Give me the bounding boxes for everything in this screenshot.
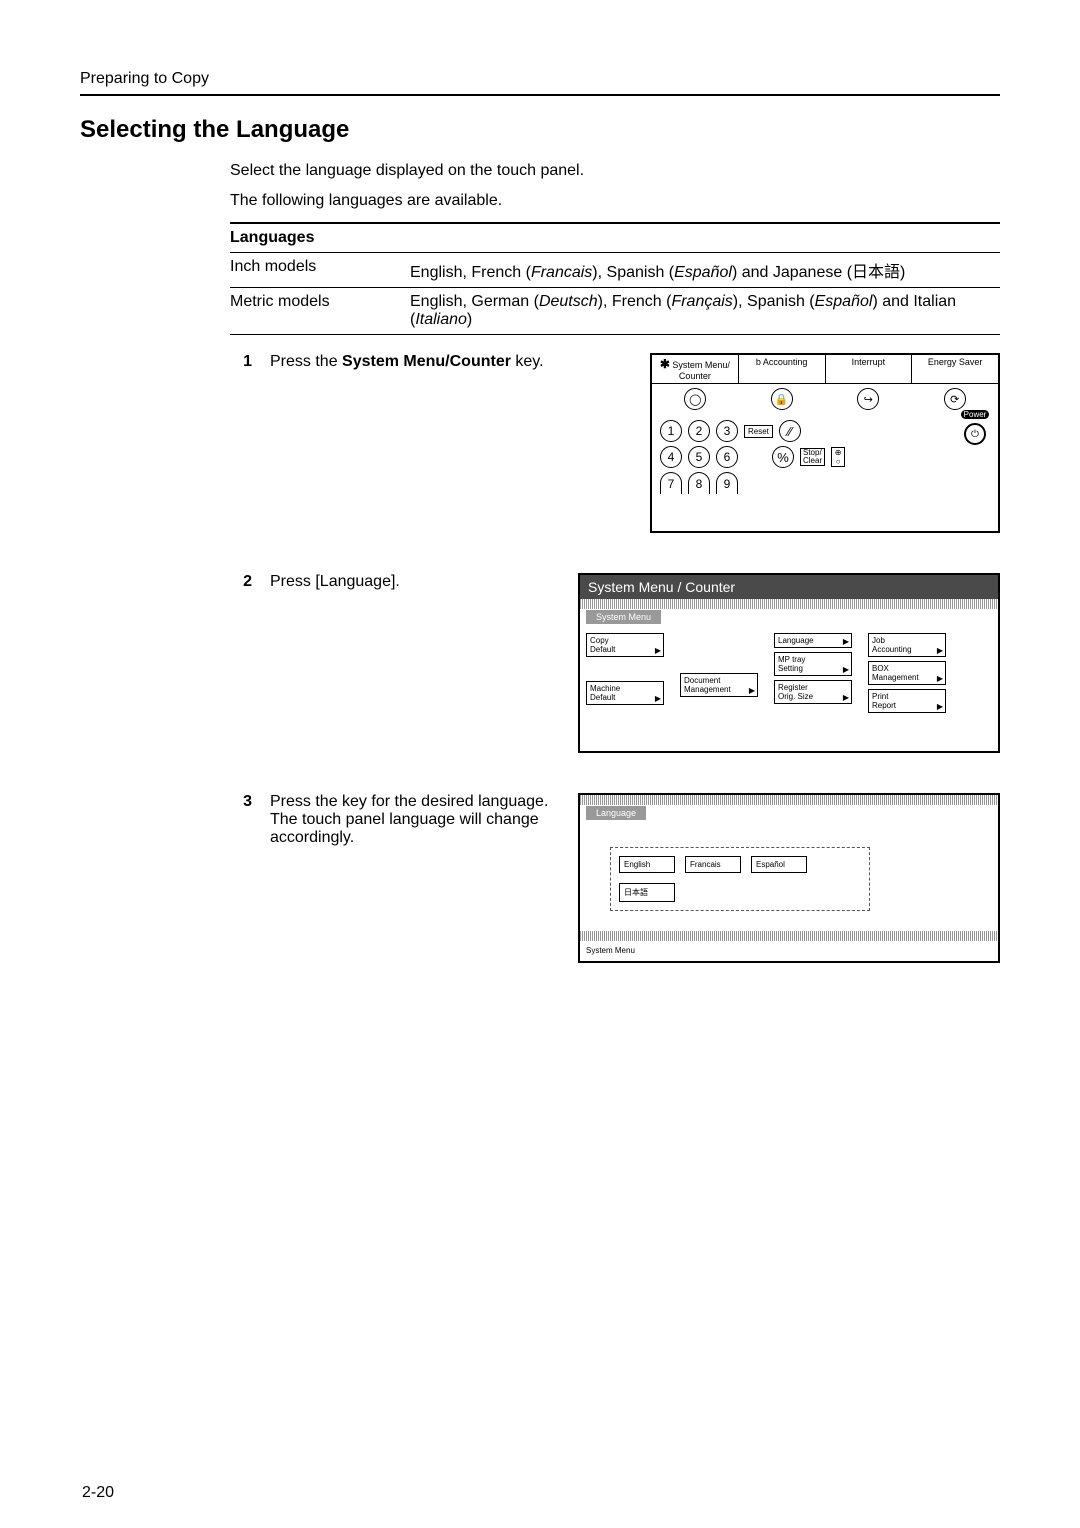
intro-text-2: The following languages are available. (230, 192, 1000, 210)
copy-default-button[interactable]: CopyDefault▶ (586, 633, 664, 657)
power-label: Power (961, 410, 990, 419)
breadcrumb: Preparing to Copy (80, 70, 1000, 88)
interrupt-key[interactable]: Interrupt (826, 355, 913, 383)
languages-cell: English, French (Francais), Spanish (Esp… (410, 253, 1000, 288)
step-number: 2 (210, 573, 270, 591)
machine-default-button[interactable]: MachineDefault▶ (586, 681, 664, 705)
print-report-button[interactable]: PrintReport▶ (868, 689, 946, 713)
espanol-button[interactable]: Español (751, 856, 807, 873)
step-number: 1 (210, 353, 270, 371)
step-text: Press [Language]. (270, 573, 578, 753)
language-option-group: English Francais Español 日本語 (610, 847, 870, 911)
numpad-1[interactable]: 1 (660, 420, 682, 442)
stripe-decoration (580, 795, 998, 805)
numpad-9[interactable]: 9 (716, 472, 738, 494)
language-panel-screenshot: Language English Francais Español 日本語 Sy… (578, 793, 1000, 963)
step-1: 1 Press the System Menu/Counter key. ✱ S… (80, 353, 1000, 533)
refresh-icon: ⟳ (944, 388, 966, 410)
languages-table: Languages Inch models English, French (F… (230, 222, 1000, 335)
panel-title: System Menu / Counter (580, 575, 998, 599)
intro-text: Select the language displayed on the tou… (230, 162, 1000, 180)
stripe-decoration (580, 931, 998, 941)
numpad-6[interactable]: 6 (716, 446, 738, 468)
model-cell: Inch models (230, 253, 410, 288)
step-text: Press the key for the desired language. … (270, 793, 578, 963)
languages-header: Languages (230, 223, 410, 253)
job-accounting-button[interactable]: JobAccounting▶ (868, 633, 946, 657)
divider (80, 94, 1000, 96)
language-button[interactable]: Language▶ (774, 633, 852, 648)
document-management-button[interactable]: DocumentManagement▶ (680, 673, 758, 697)
energysaver-key[interactable]: Energy Saver (912, 355, 998, 383)
step-3: 3 Press the key for the desired language… (80, 793, 1000, 963)
numpad-4[interactable]: 4 (660, 446, 682, 468)
touch-panel-screenshot: System Menu / Counter System Menu CopyDe… (578, 573, 1000, 753)
stop-clear-button[interactable]: Stop/Clear (800, 448, 825, 466)
tab-system-menu[interactable]: System Menu (586, 610, 661, 624)
model-cell: Metric models (230, 288, 410, 335)
languages-cell: English, German (Deutsch), French (Franç… (410, 288, 1000, 335)
step-text: Press the System Menu/Counter key. (270, 353, 650, 533)
step-number: 3 (210, 793, 270, 811)
box-management-button[interactable]: BOXManagement▶ (868, 661, 946, 685)
numpad-7[interactable]: 7 (660, 472, 682, 494)
step-2: 2 Press [Language]. System Menu / Counte… (80, 573, 1000, 753)
english-button[interactable]: English (619, 856, 675, 873)
numpad-2[interactable]: 2 (688, 420, 710, 442)
jobaccounting-key[interactable]: b Accounting (739, 355, 826, 383)
numpad-3[interactable]: 3 (716, 420, 738, 442)
lock-icon: 🔒 (771, 388, 793, 410)
percent-icon[interactable]: % (772, 446, 794, 468)
swap-icon: ↪ (857, 388, 879, 410)
japanese-button[interactable]: 日本語 (619, 883, 675, 902)
mptray-button[interactable]: MP traySetting▶ (774, 652, 852, 676)
reset-button[interactable]: Reset (744, 425, 773, 438)
register-size-button[interactable]: RegisterOrig. Size▶ (774, 680, 852, 704)
tab-language[interactable]: Language (586, 806, 646, 820)
indicator-icon: ⊕○ (831, 447, 845, 467)
panel-footer: System Menu (586, 946, 635, 955)
slash-icon[interactable]: ⁄⁄ (779, 420, 801, 442)
power-button[interactable]: ⏻ (964, 423, 986, 445)
numpad-5[interactable]: 5 (688, 446, 710, 468)
control-panel-illustration: ✱ System Menu/ Counter b Accounting Inte… (650, 353, 1000, 533)
page-number: 2-20 (82, 1484, 114, 1502)
francais-button[interactable]: Francais (685, 856, 741, 873)
page-title: Selecting the Language (80, 116, 1000, 144)
numpad-8[interactable]: 8 (688, 472, 710, 494)
circle-icon: ◯ (684, 388, 706, 410)
stripe-decoration (580, 599, 998, 609)
sysmenu-key[interactable]: ✱ System Menu/ Counter (652, 355, 739, 383)
